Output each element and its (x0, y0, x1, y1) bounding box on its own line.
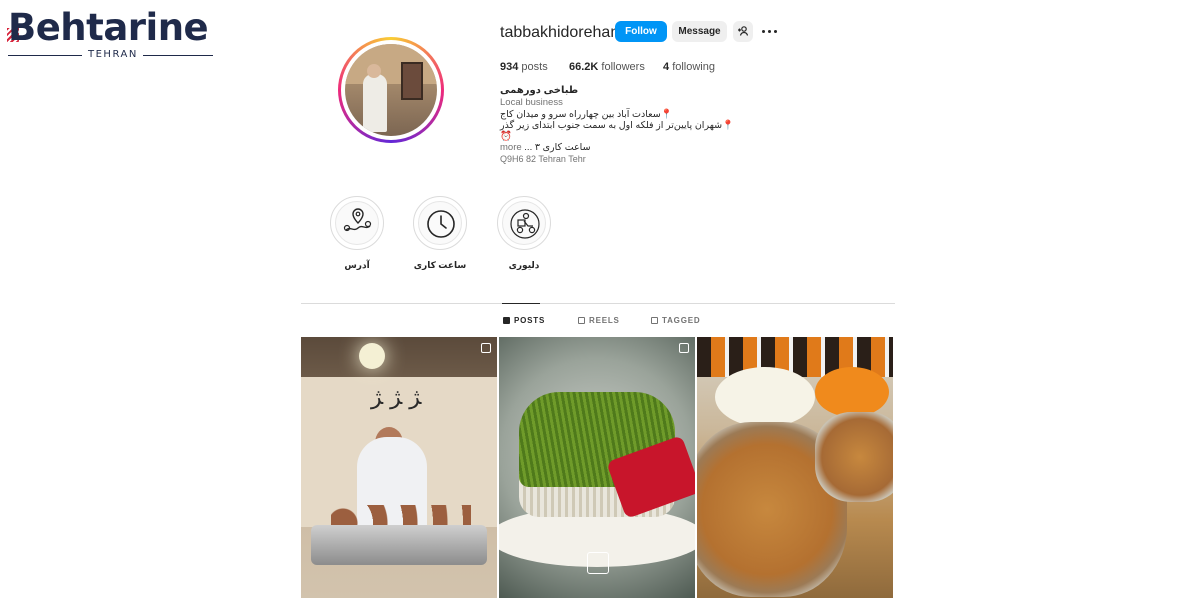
post-image-detail: ﮋ ﮋ ﮋ (371, 385, 422, 410)
tab-label: REELS (589, 316, 620, 325)
tab-tagged[interactable]: TAGGED (651, 316, 700, 326)
brand-logo: Behtarine TEHRAN (7, 6, 213, 63)
tagged-icon (651, 317, 658, 324)
bio-line: ⏰ (500, 131, 512, 142)
add-user-icon (738, 26, 749, 36)
highlight-hours[interactable]: ساعت کاری (412, 196, 468, 271)
message-button[interactable]: Message (672, 21, 727, 42)
post-thumbnail[interactable] (697, 337, 893, 598)
followers-count[interactable]: 66.2K followers (569, 60, 645, 74)
reels-icon (578, 317, 585, 324)
post-image-detail (715, 367, 815, 427)
follow-button[interactable]: Follow (615, 21, 667, 42)
highlight-delivery[interactable]: دلیوری (496, 196, 552, 271)
highlight-ring (413, 196, 467, 250)
highlight-label: آدرس (344, 260, 370, 270)
highlight-ring (330, 196, 384, 250)
bio-line: ساعت کاری ۳ ... more (500, 142, 591, 153)
logo-rule-right (143, 55, 213, 56)
highlight-ring (497, 196, 551, 250)
avatar-image (345, 44, 437, 136)
bio-more-link[interactable]: more (500, 142, 522, 153)
grid-icon (503, 317, 510, 324)
logo-rule-left (8, 55, 82, 56)
tabs-divider (301, 303, 895, 304)
active-tab-indicator (502, 303, 540, 304)
post-thumbnail[interactable]: ﮋ ﮋ ﮋ (301, 337, 497, 598)
bio-hours-text: ساعت کاری ۳ ... (524, 142, 591, 153)
logo-city: TEHRAN (88, 49, 138, 60)
post-thumbnail[interactable] (499, 337, 695, 598)
highlight-label: دلیوری (508, 260, 540, 270)
bio-display-name: طباخی دورهمی (500, 85, 579, 96)
bio-line: 📍شهران پایین‌تر از فلکه اول به سمت جنوب … (500, 120, 734, 131)
more-options-icon[interactable] (759, 26, 781, 38)
clock-icon (427, 210, 455, 238)
post-image-detail (815, 412, 893, 502)
bio-category: Local business (500, 97, 563, 108)
carousel-icon (481, 343, 491, 353)
suggest-user-button[interactable] (733, 21, 753, 42)
reel-icon (679, 343, 689, 353)
avatar-border (341, 40, 441, 140)
following-count[interactable]: 4 following (663, 60, 715, 74)
logo-wordmark: Behtarine (8, 6, 209, 49)
bio-line: 📍سعادت آباد بین چهارراه سرو و میدان کاج (500, 109, 673, 120)
tab-label: POSTS (514, 316, 546, 325)
highlight-address[interactable]: آدرس (329, 196, 385, 271)
profile-username: tabbakhidorehami (500, 24, 628, 41)
profile-avatar[interactable] (338, 37, 444, 143)
post-image-detail (311, 525, 487, 565)
post-watermark-icon (587, 552, 609, 574)
tab-label: TAGGED (662, 316, 701, 325)
post-image-detail (359, 343, 385, 369)
bio-address[interactable]: Q9H6 82 Tehran Tehr (500, 154, 586, 164)
tab-posts[interactable]: POSTS (503, 316, 545, 326)
highlight-label: ساعت کاری (413, 260, 467, 270)
tab-reels[interactable]: REELS (578, 316, 620, 326)
logo-subline: TEHRAN (8, 48, 213, 62)
map-pin-icon (343, 208, 372, 232)
delivery-scooter-icon (510, 209, 540, 239)
posts-count: 934 posts (500, 61, 548, 73)
post-image-detail (815, 367, 889, 417)
